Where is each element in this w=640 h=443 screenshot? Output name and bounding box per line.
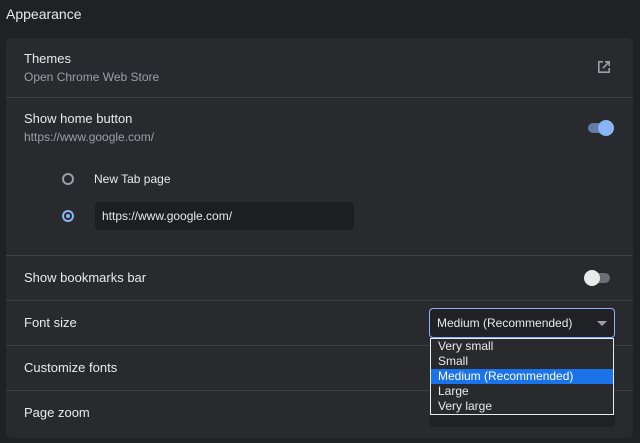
bookmarks-bar-toggle[interactable] xyxy=(584,270,612,286)
chevron-down-icon xyxy=(597,321,607,326)
home-url-input[interactable]: https://www.google.com/ xyxy=(95,202,354,230)
page-zoom-select[interactable] xyxy=(429,413,615,427)
font-size-dropdown: Very small Small Medium (Recommended) La… xyxy=(430,338,614,415)
font-size-option[interactable]: Small xyxy=(431,354,613,369)
open-in-new-icon[interactable] xyxy=(596,59,612,75)
bookmarks-bar-label: Show bookmarks bar xyxy=(24,270,147,285)
font-size-option[interactable]: Medium (Recommended) xyxy=(431,369,613,384)
bookmarks-bar-row: Show bookmarks bar xyxy=(6,256,633,300)
home-button-row: Show home button https://www.google.com/ xyxy=(6,98,633,158)
section-title: Appearance xyxy=(6,6,82,22)
themes-sublabel: Open Chrome Web Store xyxy=(24,70,160,84)
themes-row[interactable]: Themes Open Chrome Web Store xyxy=(6,38,633,97)
font-size-label: Font size xyxy=(24,315,77,330)
home-button-label: Show home button xyxy=(24,111,133,126)
customize-fonts-label: Customize fonts xyxy=(24,360,118,375)
home-button-sublabel: https://www.google.com/ xyxy=(24,130,155,144)
font-size-selected: Medium (Recommended) xyxy=(437,316,573,330)
custom-url-radio[interactable] xyxy=(62,210,74,222)
new-tab-radio[interactable] xyxy=(62,173,74,185)
font-size-option[interactable]: Very small xyxy=(431,339,613,354)
font-size-option[interactable]: Large xyxy=(431,384,613,399)
font-size-select[interactable]: Medium (Recommended) xyxy=(429,308,615,338)
page-zoom-label: Page zoom xyxy=(24,405,90,420)
home-button-toggle[interactable] xyxy=(586,120,614,136)
new-tab-label: New Tab page xyxy=(94,172,171,186)
font-size-option[interactable]: Very large xyxy=(431,399,613,414)
themes-label: Themes xyxy=(24,51,71,66)
